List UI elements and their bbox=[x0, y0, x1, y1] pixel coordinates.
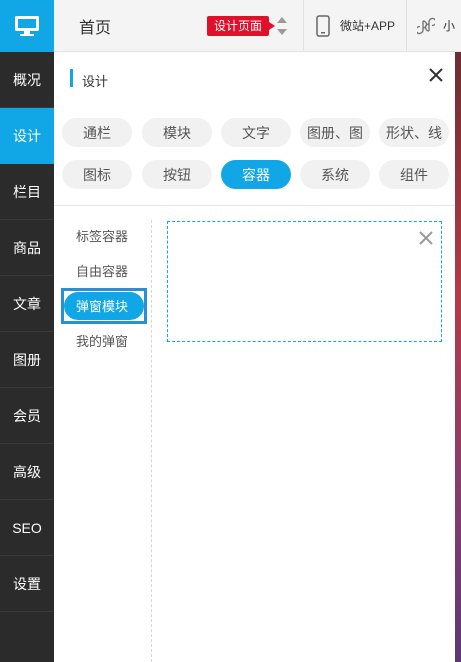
sidebar-item-label: 商品 bbox=[13, 239, 41, 256]
close-icon[interactable] bbox=[417, 229, 435, 247]
tab-label: 组件 bbox=[400, 166, 428, 183]
sidebar-item-label: 图册 bbox=[13, 351, 41, 368]
mini-program-icon bbox=[417, 17, 435, 34]
page-selector[interactable]: 首页 设计页面 bbox=[54, 0, 304, 52]
tab-banner[interactable]: 通栏 bbox=[62, 118, 132, 147]
tab-icon[interactable]: 图标 bbox=[62, 160, 132, 189]
sidebar-item-seo[interactable]: SEO bbox=[0, 500, 54, 556]
tab-component[interactable]: 组件 bbox=[379, 160, 449, 189]
top-bar: 首页 设计页面 微站+APP 小 bbox=[54, 0, 461, 52]
tab-text[interactable]: 文字 bbox=[221, 118, 291, 147]
tab-label: 容器 bbox=[242, 166, 270, 183]
sidebar-item-settings[interactable]: 设置 bbox=[0, 556, 54, 612]
sidebar-item-label: 设计 bbox=[13, 127, 41, 144]
tab-label: 文字 bbox=[242, 124, 270, 141]
title-accent-bar bbox=[70, 69, 73, 87]
sidebar-item-albums[interactable]: 图册 bbox=[0, 332, 54, 388]
sub-item-label: 标签容器 bbox=[75, 228, 128, 244]
tab-shape-line[interactable]: 形状、线 bbox=[379, 118, 449, 147]
sidebar-item-columns[interactable]: 栏目 bbox=[0, 164, 54, 220]
sub-item-popup-module[interactable]: 弹窗模块 bbox=[60, 288, 147, 324]
design-panel: 设计 通栏 模块 文字 图册、图 形状、线 图标 按钮 容器 系统 组件 标签容… bbox=[54, 52, 455, 662]
list-divider bbox=[151, 220, 152, 662]
tab-label: 图标 bbox=[83, 166, 111, 183]
sub-item-label: 自由容器 bbox=[75, 263, 128, 279]
sidebar-item-overview[interactable]: 概况 bbox=[0, 52, 54, 108]
sidebar-item-label: 设置 bbox=[13, 575, 41, 592]
sidebar-item-label: 概况 bbox=[13, 71, 41, 88]
sub-item-label: 弹窗模块 bbox=[75, 298, 128, 314]
tab-module[interactable]: 模块 bbox=[142, 118, 212, 147]
phone-icon bbox=[316, 14, 330, 37]
monitor-icon bbox=[15, 16, 39, 36]
sidebar-item-advanced[interactable]: 高级 bbox=[0, 444, 54, 500]
page-preview-strip bbox=[455, 52, 461, 662]
mini-program-button[interactable]: 小 bbox=[407, 0, 461, 52]
tab-label: 通栏 bbox=[83, 124, 111, 141]
tab-label: 形状、线 bbox=[386, 124, 442, 141]
module-preview-box[interactable] bbox=[167, 221, 442, 342]
panel-title: 设计 bbox=[82, 74, 109, 89]
current-page-label: 首页 bbox=[79, 19, 112, 37]
sort-arrows-icon[interactable] bbox=[276, 16, 288, 35]
tab-system[interactable]: 系统 bbox=[300, 160, 370, 189]
sidebar-item-members[interactable]: 会员 bbox=[0, 388, 54, 444]
mini-program-label: 小 bbox=[443, 19, 456, 33]
tab-label: 按钮 bbox=[163, 166, 191, 183]
close-icon[interactable] bbox=[426, 65, 446, 85]
sidebar-item-label: SEO bbox=[12, 519, 42, 536]
sidebar-item-label: 高级 bbox=[13, 463, 41, 480]
tab-label: 模块 bbox=[163, 124, 191, 141]
sub-item-label: 我的弹窗 bbox=[75, 333, 128, 349]
sidebar-item-products[interactable]: 商品 bbox=[0, 220, 54, 276]
tab-gallery[interactable]: 图册、图 bbox=[300, 118, 370, 147]
mobile-app-button[interactable]: 微站+APP bbox=[304, 0, 407, 52]
tab-label: 图册、图 bbox=[307, 124, 363, 141]
tab-container[interactable]: 容器 bbox=[221, 160, 291, 189]
sidebar-item-label: 会员 bbox=[13, 407, 41, 424]
sidebar-item-design[interactable]: 设计 bbox=[0, 108, 54, 164]
sidebar-item-label: 栏目 bbox=[13, 183, 41, 200]
mobile-app-label: 微站+APP bbox=[340, 19, 396, 33]
panel-divider bbox=[54, 205, 455, 206]
tab-button[interactable]: 按钮 bbox=[142, 160, 212, 189]
sub-item-tab-container[interactable]: 标签容器 bbox=[60, 220, 144, 250]
sub-item-free-container[interactable]: 自由容器 bbox=[60, 255, 144, 285]
sub-item-my-popups[interactable]: 我的弹窗 bbox=[60, 325, 144, 355]
sidebar-item-label: 文章 bbox=[13, 295, 41, 312]
logo[interactable] bbox=[0, 0, 54, 52]
left-sidebar: 概况 设计 栏目 商品 文章 图册 会员 高级 SEO 设置 bbox=[0, 0, 54, 662]
design-page-badge: 设计页面 bbox=[207, 15, 276, 36]
panel-header: 设计 bbox=[54, 52, 455, 104]
sidebar-item-articles[interactable]: 文章 bbox=[0, 276, 54, 332]
tab-label: 系统 bbox=[321, 166, 349, 183]
